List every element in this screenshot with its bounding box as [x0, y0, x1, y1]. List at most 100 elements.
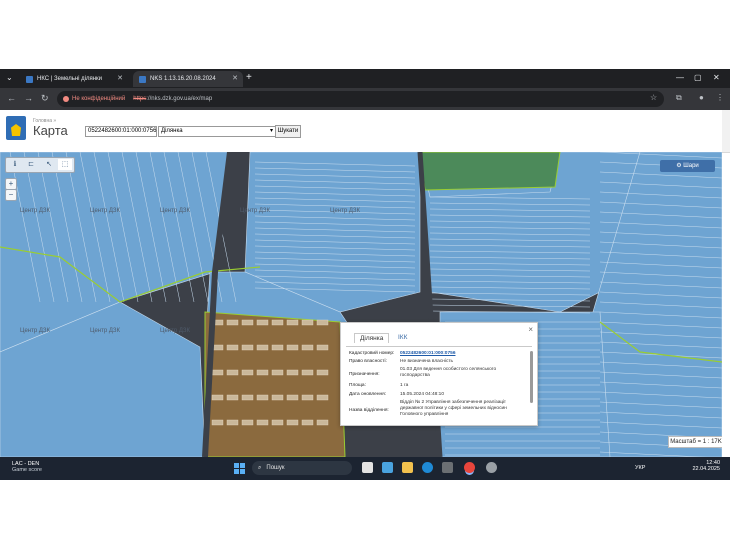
close-tab-icon[interactable]: ✕	[117, 74, 123, 82]
watermark-text: Центр ДЗК	[20, 208, 51, 214]
file-explorer-icon[interactable]	[402, 462, 413, 473]
minimize-icon[interactable]: —	[676, 73, 684, 82]
house-plot	[316, 319, 329, 326]
tab-nks-map[interactable]: NKS 1.13.16.20.08.2024 ✕	[133, 71, 243, 87]
selected-area	[204, 311, 346, 457]
house-plot	[286, 319, 299, 326]
measure-tool-icon[interactable]: ⊏	[24, 159, 38, 170]
map-scale: Масштаб = 1 : 17K	[668, 436, 722, 448]
house-plot	[211, 419, 224, 426]
warning-icon	[63, 96, 69, 102]
house-plot	[286, 394, 299, 401]
house-plot	[241, 419, 254, 426]
cadastral-map[interactable]: Центр ДЗК Центр ДЗК Центр ДЗК Центр ДЗК Цент…	[0, 152, 722, 457]
watermark-text: Центр ДЗК	[330, 208, 361, 214]
tab-parcel[interactable]: Ділянка	[354, 333, 390, 343]
reload-icon[interactable]: ↻	[41, 93, 49, 104]
house-plot	[256, 344, 269, 351]
page-scrollbar[interactable]	[722, 110, 730, 152]
close-tab-icon[interactable]: ✕	[232, 74, 238, 82]
house-plot	[256, 319, 269, 326]
house-plot	[241, 319, 254, 326]
page-header: Головна » Карта 0522482600:01:000:0756 Д…	[0, 110, 730, 153]
maximize-icon[interactable]: ▢	[694, 73, 702, 82]
browser-toolbar: ← → ↻ Не конфіденційний https://nks.dzk.…	[0, 88, 730, 110]
profile-icon[interactable]: ●	[699, 93, 704, 102]
chevron-down-icon: ▾	[269, 128, 273, 134]
new-tab-button[interactable]: +	[246, 72, 252, 83]
zoom-out-button[interactable]: −	[5, 189, 17, 201]
house-plot	[211, 369, 224, 376]
copilot-icon[interactable]	[382, 462, 393, 473]
house-plot	[226, 394, 239, 401]
trident-icon	[11, 124, 21, 136]
watermark-text: Центр ДЗК	[90, 208, 121, 214]
house-plot	[241, 369, 254, 376]
watermark-text: Центр ДЗК	[160, 208, 191, 214]
cadastral-search-input[interactable]: 0522482600:01:000:0756	[85, 126, 157, 137]
search-icon: ⌕	[258, 464, 262, 471]
parcel-details: Кадастровий номер: 0522482600:01:000:075…	[346, 346, 532, 423]
house-plot	[256, 369, 269, 376]
house-plot	[271, 394, 284, 401]
tab-search-icon[interactable]: ⌄	[6, 73, 13, 82]
taskbar-search[interactable]: ⌕ Пошук	[252, 461, 352, 475]
address-bar[interactable]: Не конфіденційний https://nks.dzk.gov.ua…	[57, 91, 664, 107]
settings-icon[interactable]	[486, 462, 497, 473]
house-plot	[301, 319, 314, 326]
house-plot	[286, 344, 299, 351]
store-icon[interactable]	[442, 462, 453, 473]
close-icon[interactable]: ×	[528, 325, 533, 334]
house-plot	[256, 394, 269, 401]
house-plot	[301, 369, 314, 376]
watermark-text: Центр ДЗК	[90, 328, 121, 334]
popup-scrollbar[interactable]	[530, 351, 533, 403]
tab-nks-parcels[interactable]: НКС | Земельні ділянки ✕	[20, 71, 128, 87]
house-plot	[241, 344, 254, 351]
edge-icon[interactable]	[422, 462, 433, 473]
house-plot	[226, 369, 239, 376]
house-plot	[241, 394, 254, 401]
security-chip[interactable]: Не конфіденційний	[63, 96, 125, 102]
windows-start-icon[interactable]	[234, 463, 245, 474]
house-plot	[301, 394, 314, 401]
house-plot	[316, 369, 329, 376]
tab-title: НКС | Земельні ділянки	[37, 76, 103, 82]
house-plot	[226, 319, 239, 326]
house-plot	[271, 369, 284, 376]
clock[interactable]: 12:40 22.04.2025	[692, 460, 720, 472]
house-plot	[256, 419, 269, 426]
house-plot	[226, 344, 239, 351]
search-type-value: Ділянка	[161, 128, 183, 134]
house-plot	[301, 419, 314, 426]
info-tool-icon[interactable]: ℹ	[8, 159, 22, 170]
house-plot	[316, 344, 329, 351]
language-indicator[interactable]: УКР	[635, 465, 645, 471]
layers-button[interactable]: ⚙ Шари	[660, 160, 715, 172]
house-plot	[286, 369, 299, 376]
site-favicon-icon	[26, 75, 33, 83]
cadastral-number-link[interactable]: 0522482600:01:000:0756	[400, 351, 526, 357]
house-plot	[271, 419, 284, 426]
search-button[interactable]: Шукати	[275, 125, 301, 138]
extensions-icon[interactable]: ⧉	[676, 93, 682, 103]
back-icon[interactable]: ←	[7, 93, 16, 103]
close-window-icon[interactable]: ✕	[713, 73, 720, 82]
tab-ikk[interactable]: ІКК	[398, 334, 407, 341]
sports-widget[interactable]: LAC - DEN Game score	[12, 461, 42, 473]
watermark-text: Центр ДЗК	[20, 328, 51, 334]
menu-icon[interactable]: ⋮	[716, 93, 724, 102]
parcel-info-popup: × Ділянка ІКК Кадастровий номер: 0522482…	[340, 322, 538, 426]
parcel-block	[419, 152, 561, 191]
select-tool-icon[interactable]: ⬚	[58, 159, 72, 170]
url-text: https://nks.dzk.gov.ua/ex/map	[133, 96, 213, 102]
pointer-tool-icon[interactable]: ↖	[42, 159, 56, 170]
logo[interactable]	[6, 116, 26, 140]
forward-icon[interactable]: →	[24, 93, 33, 103]
site-favicon-icon	[139, 75, 146, 83]
search-type-select[interactable]: Ділянка ▾	[158, 126, 276, 137]
bookmark-star-icon[interactable]: ☆	[650, 93, 657, 102]
task-view-icon[interactable]	[362, 462, 373, 473]
chrome-icon[interactable]	[464, 462, 475, 473]
map-tools: ℹ ⊏ ↖ ⬚	[5, 157, 75, 173]
